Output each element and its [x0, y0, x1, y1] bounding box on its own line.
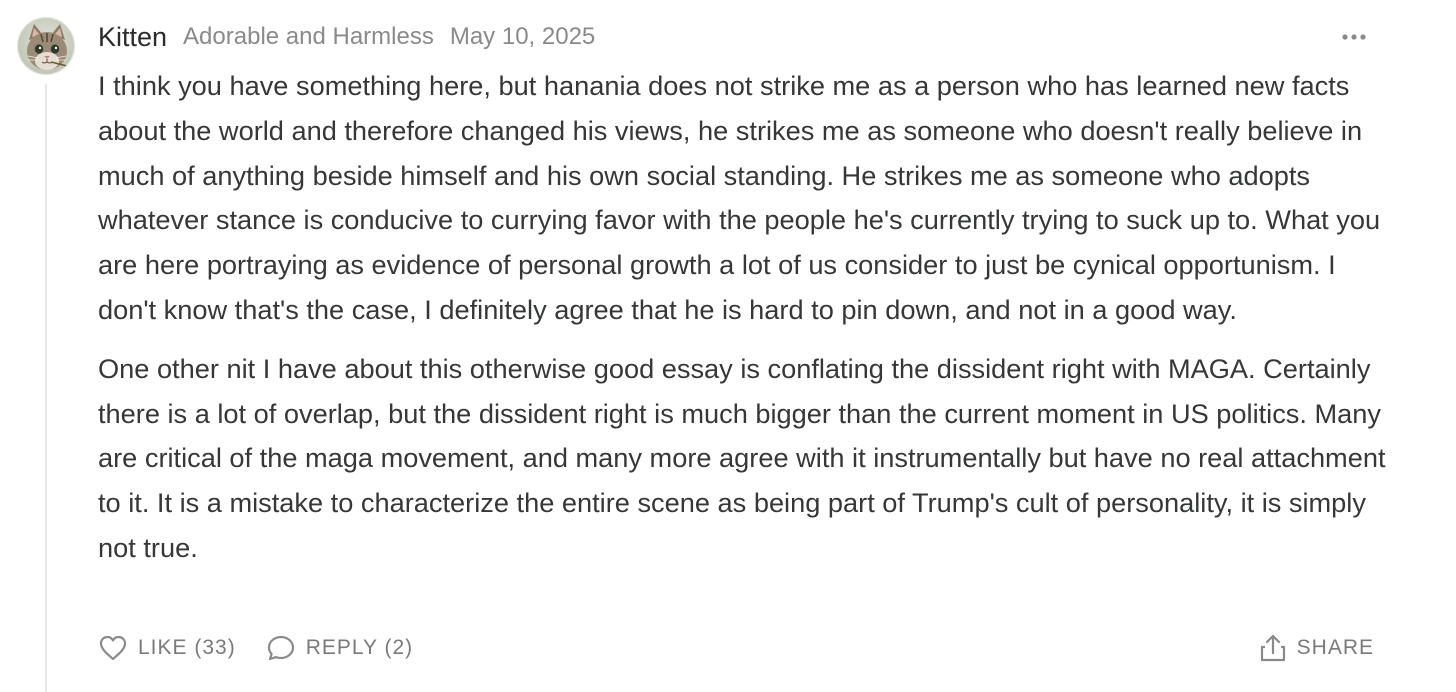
- reply-button[interactable]: REPLY (2): [266, 634, 413, 662]
- heart-icon: [98, 634, 128, 662]
- reply-label: REPLY (2): [305, 636, 414, 659]
- comment-actions: LIKE (33) REPLY (2) SHARE: [98, 628, 1374, 668]
- comment-paragraph: I think you have something here, but han…: [98, 70, 1381, 325]
- share-label: SHARE: [1296, 636, 1374, 659]
- share-icon: [1259, 633, 1287, 663]
- cat-avatar-icon: [18, 18, 74, 74]
- author-name[interactable]: Kitten: [98, 22, 167, 53]
- more-options-button[interactable]: [1336, 20, 1372, 54]
- comment-body: I think you have something here, but han…: [98, 64, 1388, 585]
- speech-bubble-icon: [266, 634, 296, 662]
- comment-date[interactable]: May 10, 2025: [450, 23, 595, 51]
- more-options-icon: [1342, 34, 1366, 40]
- author-subtitle: Adorable and Harmless: [183, 23, 434, 50]
- like-button[interactable]: LIKE (33): [98, 634, 236, 662]
- comment-header: Kitten Adorable and Harmless May 10, 202…: [98, 20, 595, 54]
- like-label: LIKE (33): [138, 636, 236, 659]
- comment-paragraph: One other nit I have about this otherwis…: [98, 352, 1386, 563]
- share-button[interactable]: SHARE: [1259, 633, 1374, 663]
- thread-line: [45, 84, 47, 692]
- avatar[interactable]: [17, 17, 75, 75]
